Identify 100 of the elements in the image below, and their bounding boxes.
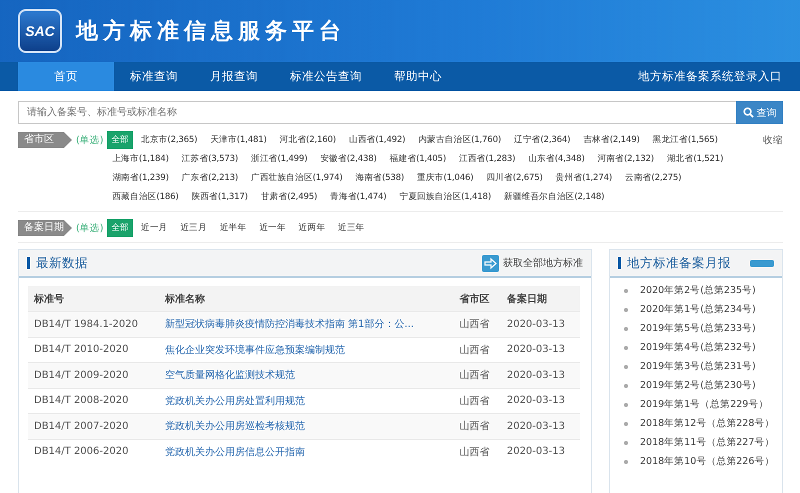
table-cell: 2020-03-13	[506, 446, 565, 458]
filter-option[interactable]: 江苏省(3,573)	[176, 150, 244, 168]
filter-option[interactable]: 江西省(1,283)	[454, 150, 520, 168]
filter-label: 省市区	[18, 132, 72, 148]
filter-option[interactable]: 近半年	[214, 219, 252, 237]
filter-option[interactable]: 云南省(2,275)	[620, 169, 686, 187]
filter-option[interactable]: 近两年	[294, 219, 330, 237]
filter-option[interactable]: 重庆市(1,046)	[412, 169, 478, 187]
nav-tab[interactable]: 首页	[18, 62, 114, 91]
bullet-icon	[624, 440, 628, 444]
filter-option[interactable]: 青海省(1,474)	[325, 188, 392, 206]
filter-option[interactable]: 新疆维吾尔自治区(2,148)	[498, 188, 610, 206]
column-header: 省市区	[453, 286, 501, 312]
filter-mode: (单选)	[76, 222, 104, 235]
table-cell: 山西省	[459, 446, 490, 458]
search-icon	[742, 107, 754, 118]
title-bar-icon	[618, 257, 621, 269]
column-header: 标准名称	[158, 286, 454, 312]
table-cell: 山西省	[459, 370, 490, 382]
bullet-icon	[624, 346, 628, 350]
login-link[interactable]: 地方标准备案系统登录入口	[638, 62, 782, 91]
filter-option[interactable]: 甘肃省(2,495)	[256, 188, 322, 206]
filter-label: 备案日期	[18, 220, 72, 236]
column-header: 备案日期	[500, 286, 580, 312]
filter-option[interactable]: 浙江省(1,499)	[246, 150, 312, 168]
table-cell: 山西省	[459, 421, 490, 432]
filter-option[interactable]: 天津市(1,481)	[205, 131, 272, 149]
filter-option[interactable]: 安徽省(2,438)	[315, 150, 382, 168]
table-cell: 山西省	[459, 344, 490, 356]
nav-tab[interactable]: 标准查询	[114, 62, 194, 91]
filter-option[interactable]: 北京市(2,365)	[136, 131, 202, 149]
filter-option[interactable]: 贵州省(1,274)	[550, 169, 618, 187]
search-field[interactable]: 请输入备案号、标准号或标准名称	[18, 101, 736, 124]
report-link[interactable]: 2018年第10号（总第226号）	[640, 455, 774, 468]
panel-title: 最新数据	[36, 254, 88, 272]
filter-option[interactable]: 上海市(1,184)	[107, 150, 174, 168]
search-button[interactable]: 查询	[736, 101, 783, 124]
table-cell: 2020-03-13	[506, 420, 565, 432]
bullet-icon	[624, 384, 628, 388]
bullet-icon	[624, 422, 628, 426]
table-cell: DB14/T 2009-2020	[34, 370, 128, 381]
site-title: 地方标准信息服务平台	[76, 18, 346, 46]
nav-tab[interactable]: 标准公告查询	[274, 62, 378, 91]
filter-option[interactable]: 广西壮族自治区(1,974)	[246, 169, 348, 187]
filter-option[interactable]: 黑龙江省(1,565)	[648, 131, 723, 149]
filter-option[interactable]: 宁夏回族自治区(1,418)	[394, 188, 496, 206]
filter-option[interactable]: 近一月	[136, 219, 172, 237]
table-cell: DB14/T 2007-2020	[34, 420, 128, 432]
nav-tab[interactable]: 月报查询	[194, 62, 274, 91]
standard-link[interactable]: 焦化企业突发环境事件应急预案编制规范	[164, 344, 345, 356]
filter-option[interactable]: 辽宁省(2,364)	[509, 131, 576, 149]
report-link[interactable]: 2019年第3号(总第231号)	[640, 360, 756, 373]
filter-option[interactable]: 湖南省(1,239)	[107, 169, 174, 187]
get-all-link[interactable]: 获取全部地方标准	[482, 254, 583, 272]
table-cell: DB14/T 2008-2020	[34, 395, 128, 406]
report-link[interactable]: 2018年第12号（总第228号）	[640, 417, 774, 430]
standard-link[interactable]: 空气质量网格化监测技术规范	[164, 370, 295, 382]
filter-option[interactable]: 海南省(538)	[350, 169, 410, 187]
filter-option[interactable]: 内蒙古自治区(1,760)	[413, 131, 506, 149]
standard-link[interactable]: 党政机关办公用房处置利用规范	[164, 396, 305, 407]
filter-option[interactable]: 近一年	[254, 219, 291, 237]
filter-option[interactable]: 陕西省(1,317)	[186, 188, 253, 206]
filter-option[interactable]: 山东省(4,348)	[523, 150, 590, 168]
nav-tab[interactable]: 帮助中心	[378, 62, 458, 91]
table-cell: 山西省	[459, 319, 490, 330]
filter-option[interactable]: 西藏自治区(186)	[107, 188, 184, 206]
column-header: 标准号	[28, 286, 159, 312]
report-link[interactable]: 2019年第2号(总第230号)	[640, 379, 756, 392]
report-link[interactable]: 2019年第4号(总第232号)	[640, 341, 756, 354]
filter-mode: (单选)	[76, 134, 104, 147]
standard-link[interactable]: 党政机关办公用房信息公开指南	[164, 446, 305, 458]
report-link[interactable]: 2019年第5号(总第233号)	[640, 322, 756, 335]
report-link[interactable]: 2019年第1号（总第229号）	[640, 398, 768, 411]
arrow-icon	[482, 254, 499, 272]
bullet-icon	[624, 326, 628, 330]
table-cell: 2020-03-13	[506, 318, 565, 330]
filter-option[interactable]: 河北省(2,160)	[274, 131, 341, 149]
table-cell: DB14/T 2006-2020	[34, 446, 128, 458]
bullet-icon	[624, 460, 628, 464]
collapse-link[interactable]: 收缩	[763, 134, 783, 147]
filter-option[interactable]: 福建省(1,405)	[384, 150, 451, 168]
table-cell: 2020-03-13	[506, 370, 565, 381]
filter-option[interactable]: 河南省(2,132)	[592, 150, 659, 168]
report-link[interactable]: 2020年第2号(总第235号)	[640, 284, 756, 297]
filter-option[interactable]: 四川省(2,675)	[481, 169, 548, 187]
table-cell: 山西省	[459, 396, 490, 407]
filter-option[interactable]: 吉林省(2,149)	[578, 131, 645, 149]
filter-option[interactable]: 山西省(1,492)	[344, 131, 410, 149]
logo-text: SAC	[25, 23, 55, 39]
more-badge-icon[interactable]	[750, 260, 774, 266]
report-link[interactable]: 2018年第11号（总第227号）	[640, 436, 774, 449]
table-cell: 2020-03-13	[506, 395, 565, 406]
bullet-icon	[624, 364, 628, 368]
filter-option[interactable]: 近三月	[175, 219, 212, 237]
filter-option[interactable]: 近三年	[333, 219, 370, 237]
table-cell: DB14/T 2010-2020	[34, 344, 128, 356]
table-cell: 2020-03-13	[506, 344, 565, 356]
filter-option[interactable]: 湖北省(1,521)	[662, 150, 728, 168]
filter-option[interactable]: 广东省(2,213)	[176, 169, 244, 187]
report-link[interactable]: 2020年第1号(总第234号)	[640, 303, 756, 316]
